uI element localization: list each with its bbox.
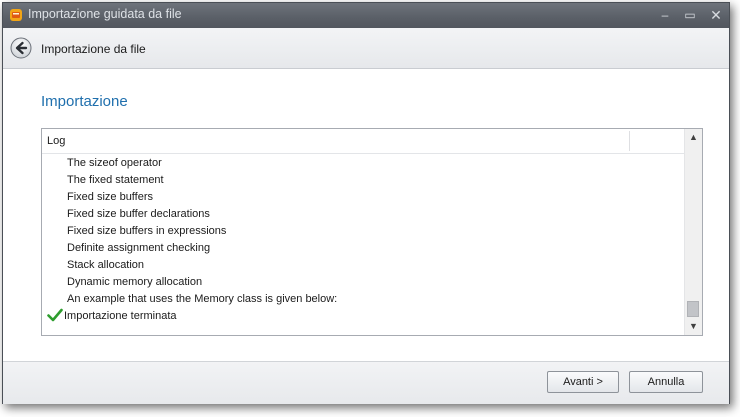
list-item: The sizeof operator [67, 157, 162, 169]
list-item: Fixed size buffer declarations [67, 208, 210, 220]
next-button[interactable]: Avanti > [547, 371, 619, 393]
log-list[interactable]: Log The sizeof operator The fixed statem… [41, 128, 703, 336]
minimize-button[interactable]: – [655, 6, 675, 24]
column-divider [629, 131, 630, 151]
nav-title: Importazione da file [41, 42, 146, 56]
window-title: Importazione guidata da file [28, 7, 182, 21]
log-header-label: Log [47, 135, 66, 147]
log-lines: The sizeof operator The fixed statement … [42, 153, 684, 333]
list-item: The fixed statement [67, 174, 164, 186]
vertical-scrollbar[interactable]: ▲ ▼ [684, 129, 702, 335]
title-bar[interactable]: Importazione guidata da file – ▭ ✕ [3, 3, 729, 28]
app-icon [10, 9, 22, 21]
scroll-down-arrow-icon[interactable]: ▼ [685, 318, 702, 334]
maximize-button[interactable]: ▭ [680, 6, 700, 24]
scroll-thumb[interactable] [687, 301, 699, 317]
wizard-window: Importazione guidata da file – ▭ ✕ Impor… [2, 2, 730, 404]
list-item: An example that uses the Memory class is… [67, 293, 338, 305]
section-title: Importazione [41, 93, 128, 110]
import-complete-message: Importazione terminata [64, 310, 177, 322]
back-arrow-icon[interactable] [10, 37, 32, 59]
main-content: Importazione Log The sizeof operator The… [3, 69, 729, 361]
cancel-button[interactable]: Annulla [629, 371, 703, 393]
check-icon [47, 308, 63, 322]
list-item: Fixed size buffers [67, 191, 154, 203]
navigation-bar: Importazione da file [3, 28, 729, 69]
list-item: Stack allocation [67, 259, 145, 271]
list-item: Dynamic memory allocation [67, 276, 203, 288]
list-item: Definite assignment checking [67, 242, 211, 254]
log-column-header[interactable]: Log [42, 129, 684, 154]
scroll-up-arrow-icon[interactable]: ▲ [685, 129, 702, 145]
close-button[interactable]: ✕ [706, 6, 726, 24]
footer-bar: Avanti > Annulla [3, 361, 729, 404]
list-item: Fixed size buffers in expressions [67, 225, 227, 237]
